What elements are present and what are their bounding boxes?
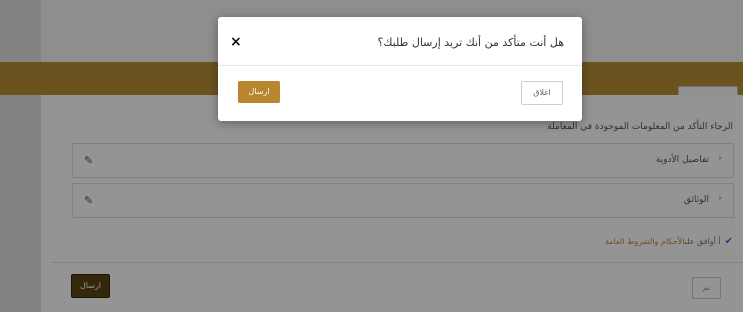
send-button[interactable]: ارسال	[238, 81, 280, 103]
close-icon[interactable]: ×	[230, 34, 242, 50]
dialog-divider	[218, 65, 582, 66]
confirm-dialog: × هل أنت متأكد من أنك تريد إرسال طلبك؟ ا…	[218, 17, 582, 121]
cancel-button[interactable]: اغلاق	[521, 81, 563, 105]
dialog-title: هل أنت متأكد من أنك تريد إرسال طلبك؟	[377, 36, 564, 49]
